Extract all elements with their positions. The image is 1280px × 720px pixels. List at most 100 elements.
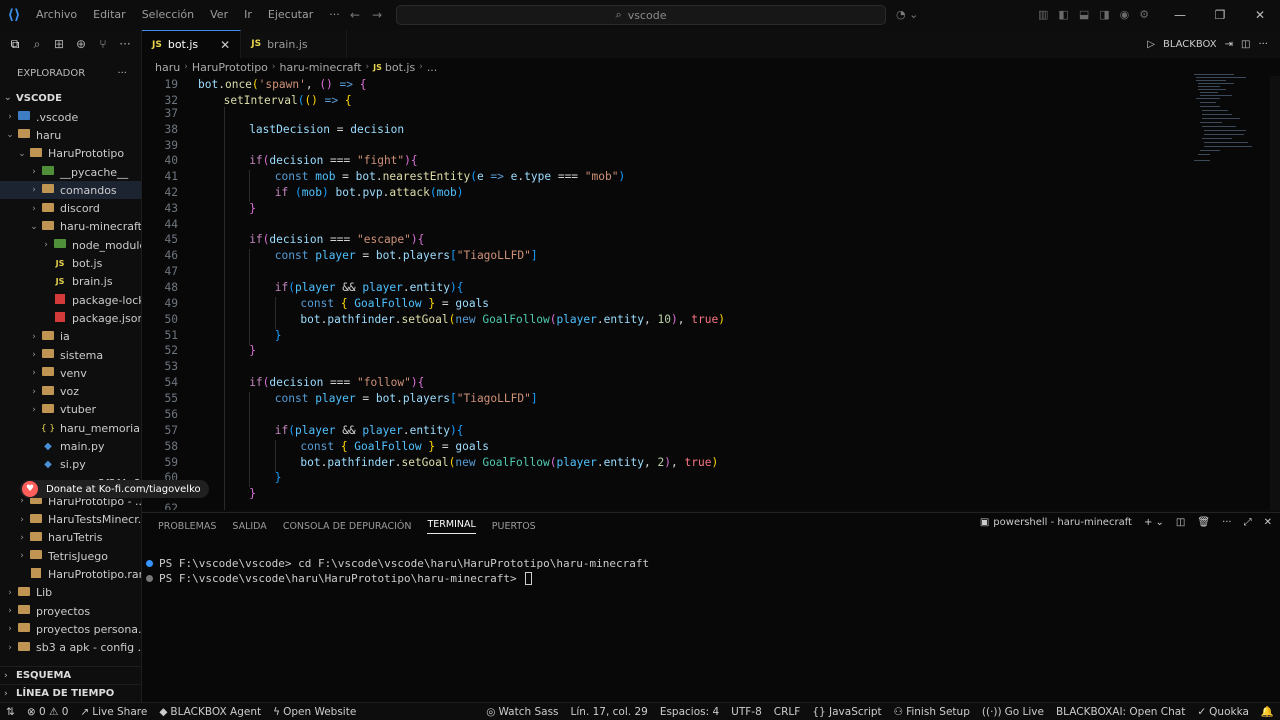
tree-item[interactable]: { } haru_memoria.j... (0, 419, 141, 437)
menu-item-3[interactable]: Ver (202, 0, 236, 30)
copilot-icon[interactable]: ◔ ⌄ (896, 8, 918, 21)
close-icon[interactable]: ✕ (220, 38, 230, 52)
command-center-search[interactable]: ⌕ vscode (396, 5, 886, 25)
terminal-output[interactable]: PS F:\vscode\vscode> cd F:\vscode\vscode… (142, 539, 1280, 699)
menu-item-5[interactable]: Ejecutar (260, 0, 321, 30)
status-item[interactable]: {} JavaScript (806, 706, 887, 718)
tree-item[interactable]: JS brain.js (0, 273, 141, 291)
tree-item[interactable]: › sb3 a apk - config ... (0, 639, 141, 657)
kofi-donate-badge[interactable]: ♥ Donate at Ko-fi.com/tiagovelko (20, 480, 209, 498)
tree-item[interactable]: › comandos (0, 181, 141, 200)
tree-item[interactable]: package-lock.j... (0, 291, 141, 309)
status-item[interactable]: ◆ BLACKBOX Agent (153, 706, 267, 718)
tree-item[interactable]: JS bot.js (0, 254, 141, 272)
minimize-icon[interactable]: — (1160, 0, 1200, 30)
tree-item[interactable]: › ia (0, 328, 141, 346)
run-icon[interactable]: ▷ (1147, 39, 1155, 50)
status-item[interactable]: ((·)) Go Live (976, 706, 1050, 718)
panel-tab-consola-de-depuración[interactable]: CONSOLA DE DEPURACIÓN (283, 521, 412, 532)
split-editor-icon[interactable]: ◫ (1241, 39, 1250, 50)
breadcrumb-item[interactable]: haru (155, 61, 180, 74)
outline-section[interactable]: › ESQUEMA (0, 666, 141, 684)
layout-icon[interactable]: ▥ (1038, 8, 1048, 21)
split-terminal-icon[interactable]: ◫ (1176, 517, 1185, 528)
workspace-root[interactable]: ⌄ VSCODE (0, 88, 141, 108)
search-view-icon[interactable]: ⌕ (28, 37, 46, 52)
gear-icon[interactable]: ⚙ (1139, 8, 1149, 21)
panel-tab-terminal[interactable]: TERMINAL (427, 519, 476, 534)
status-item[interactable]: ϟ Open Website (267, 706, 362, 718)
code-editor[interactable]: 19 bot.once('spawn', () => {32 setInterval… (142, 76, 1280, 510)
tree-item[interactable]: › discord (0, 199, 141, 217)
tab-bot-js[interactable]: JS bot.js ✕ (142, 30, 242, 58)
timeline-section[interactable]: › LÍNEA DE TIEMPO (0, 684, 141, 702)
close-window-icon[interactable]: ✕ (1240, 0, 1280, 30)
explorer-more-icon[interactable]: ··· (117, 68, 127, 79)
status-item[interactable]: ⚇ Finish Setup (888, 706, 976, 718)
breadcrumb-item[interactable]: HaruPrototipo (192, 61, 268, 74)
terminal-name[interactable]: powershell - haru-minecraft (993, 517, 1132, 528)
tree-item[interactable]: › .vscode (0, 108, 141, 126)
panel-tab-puertos[interactable]: PUERTOS (492, 521, 536, 532)
tree-item[interactable]: ◆ si.py (0, 456, 141, 474)
tree-item[interactable]: › node_modules (0, 236, 141, 254)
menu-item-6[interactable]: ··· (321, 0, 348, 30)
close-panel-icon[interactable]: ✕ (1264, 517, 1272, 528)
status-item[interactable]: Lín. 17, col. 29 (565, 706, 654, 718)
tree-item[interactable]: › proyectos (0, 602, 141, 620)
tree-item[interactable]: package.json (0, 309, 141, 327)
status-item[interactable]: ◎ Watch Sass (480, 706, 564, 718)
restore-icon[interactable]: ❐ (1200, 0, 1240, 30)
add-terminal-icon[interactable]: + ⌄ (1144, 517, 1164, 528)
accounts-icon[interactable]: ◉ (1120, 8, 1130, 21)
breadcrumb-item[interactable]: bot.js (385, 61, 415, 74)
remote-indicator-icon[interactable]: ⇅ (0, 706, 21, 718)
panel-more-icon[interactable]: ··· (1222, 517, 1232, 528)
tree-item[interactable]: › HaruTestsMinecr... (0, 511, 141, 529)
status-item[interactable]: CRLF (768, 706, 807, 718)
menu-item-4[interactable]: Ir (236, 0, 260, 30)
more-icon[interactable]: ··· (116, 37, 134, 51)
breadcrumb-item[interactable]: ... (427, 61, 438, 74)
maximize-panel-icon[interactable]: ⤢ (1244, 517, 1252, 528)
back-icon[interactable]: ← (350, 0, 360, 31)
tree-item[interactable]: › voz (0, 382, 141, 400)
status-item[interactable]: UTF-8 (725, 706, 768, 718)
status-item[interactable]: ✓ Quokka (1191, 706, 1255, 718)
tree-item[interactable]: › Lib (0, 584, 141, 602)
trash-icon[interactable]: 🗑 (1197, 517, 1210, 528)
tab-brain-js[interactable]: JS brain.js (241, 30, 347, 58)
tree-item[interactable]: ⌄ haru-minecraft (0, 218, 141, 236)
tree-item[interactable]: ⌄ haru (0, 126, 141, 144)
panel-tab-salida[interactable]: SALIDA (232, 521, 266, 532)
status-item[interactable]: ⊗ 0 ⚠ 0 (21, 706, 75, 718)
tree-item[interactable]: HaruPrototipo.rar (0, 565, 141, 583)
status-item[interactable]: BLACKBOXAI: Open Chat (1050, 706, 1191, 718)
menu-item-0[interactable]: Archivo (28, 0, 85, 30)
tree-item[interactable]: › sistema (0, 346, 141, 364)
notifications-icon[interactable]: 🔔 (1255, 705, 1280, 718)
remote-icon[interactable]: ⊕ (72, 37, 90, 51)
tree-item[interactable]: › vtuber (0, 401, 141, 419)
menu-item-2[interactable]: Selección (134, 0, 202, 30)
status-item[interactable]: ↗ Live Share (74, 706, 153, 718)
tree-item[interactable]: › __pycache__ (0, 163, 141, 181)
panel-tab-problemas[interactable]: PROBLEMAS (158, 521, 216, 532)
breadcrumb-item[interactable]: haru-minecraft (280, 61, 362, 74)
tree-item[interactable]: › TetrisJuego (0, 547, 141, 565)
toggle-secondary-sidebar-icon[interactable]: ◨ (1099, 8, 1109, 21)
toggle-panel-icon[interactable]: ⬓ (1079, 8, 1089, 21)
status-item[interactable]: Espacios: 4 (654, 706, 725, 718)
blackbox-button[interactable]: BLACKBOX (1163, 39, 1217, 50)
editor-scrollbar[interactable] (1270, 76, 1280, 510)
toggle-sidebar-icon[interactable]: ◧ (1058, 8, 1068, 21)
tree-item[interactable]: › haruTetris (0, 529, 141, 547)
source-control-icon[interactable]: ⑂ (94, 37, 112, 51)
forward-icon[interactable]: → (372, 0, 382, 31)
minimap[interactable] (1190, 72, 1260, 172)
blackbox-panel-icon[interactable]: ⇥ (1225, 39, 1233, 50)
tree-item[interactable]: › venv (0, 364, 141, 382)
tree-item[interactable]: ◆ main.py (0, 437, 141, 455)
extensions-icon[interactable]: ⊞ (50, 37, 68, 51)
explorer-icon[interactable]: ⧉ (6, 37, 24, 52)
